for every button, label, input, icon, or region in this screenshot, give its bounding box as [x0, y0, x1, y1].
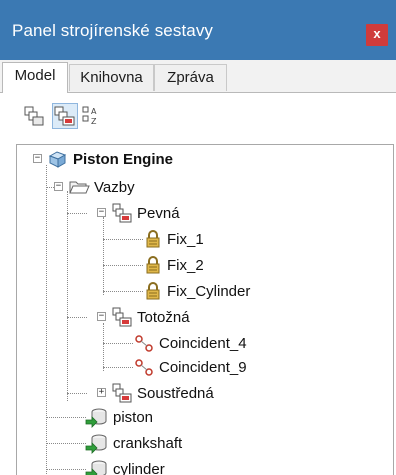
tree-node-group-coincident[interactable]: Totožná: [111, 305, 190, 329]
lock-icon: [146, 256, 160, 274]
expander-group-fixed[interactable]: −: [97, 208, 106, 217]
part-icon: [85, 434, 107, 454]
tree-line: [103, 323, 104, 371]
root-label: Piston Engine: [73, 150, 174, 168]
tree-node-constraints[interactable]: Vazby: [68, 175, 135, 199]
panel-title: Panel strojírenské sestavy: [12, 21, 214, 40]
fix-cylinder-label: Fix_Cylinder: [167, 282, 251, 300]
close-button[interactable]: x: [366, 24, 388, 46]
tree-line: [46, 417, 86, 418]
tab-bar: Model Knihovna Zpráva: [0, 60, 396, 93]
constraint-group-red-icon: [112, 203, 132, 223]
folder-open-icon: [69, 181, 90, 194]
toolbar: A Z: [0, 93, 396, 141]
tree-line: [46, 469, 86, 470]
expander-group-concentric[interactable]: +: [97, 388, 106, 397]
tree-line: [67, 317, 87, 318]
tree-line: [103, 239, 143, 240]
component-crankshaft-label: crankshaft: [113, 434, 183, 452]
part-icon: [85, 408, 107, 428]
coincident-icon: [135, 335, 153, 352]
sort-button[interactable]: A Z: [80, 103, 106, 129]
coincident-4-label: Coincident_4: [159, 334, 247, 352]
tree-line: [103, 217, 104, 295]
tree-line: [103, 265, 143, 266]
tree-node-root[interactable]: Piston Engine: [47, 147, 173, 171]
component-cylinder-label: cylinder: [113, 460, 165, 475]
fix-2-label: Fix_2: [167, 256, 204, 274]
tree-node-component-crankshaft[interactable]: crankshaft: [85, 431, 182, 455]
expander-group-coincident[interactable]: −: [97, 312, 106, 321]
coincident-9-label: Coincident_9: [159, 358, 247, 376]
show-constraints-button[interactable]: [22, 103, 48, 129]
coincident-icon: [135, 359, 153, 376]
tree-line: [46, 443, 86, 444]
tab-report[interactable]: Zpráva: [154, 64, 227, 91]
tree-node-component-piston[interactable]: piston: [85, 405, 153, 429]
group-concentric-label: Soustředná: [137, 384, 214, 402]
lock-icon: [146, 282, 160, 300]
tree-node-coincident-9[interactable]: Coincident_9: [133, 355, 247, 379]
tree-line: [103, 291, 143, 292]
tree-line: [67, 393, 87, 394]
svg-text:A: A: [91, 107, 97, 116]
constraint-group-icon: [24, 106, 44, 126]
expander-constraints[interactable]: −: [54, 182, 63, 191]
tree-node-fix-cylinder[interactable]: Fix_Cylinder: [143, 279, 250, 303]
tab-library[interactable]: Knihovna: [69, 64, 154, 91]
tree-line: [67, 213, 87, 214]
group-coincident-label: Totožná: [137, 308, 190, 326]
tree-line: [46, 165, 47, 475]
tree-line: [67, 191, 68, 401]
sort-az-icon: A Z: [82, 106, 97, 126]
group-fixed-label: Pevná: [137, 204, 180, 222]
show-red-constraints-button[interactable]: [52, 103, 78, 129]
lock-icon: [146, 230, 160, 248]
title-bar: Panel strojírenské sestavy x: [0, 0, 396, 60]
constraint-group-red-icon: [112, 383, 132, 403]
tree-node-fix-2[interactable]: Fix_2: [143, 253, 204, 277]
fix-1-label: Fix_1: [167, 230, 204, 248]
tree-node-coincident-4[interactable]: Coincident_4: [133, 331, 247, 355]
tab-model[interactable]: Model: [2, 62, 68, 93]
constraint-group-red-icon: [112, 307, 132, 327]
constraint-group-red-icon: [54, 106, 75, 126]
model-tree[interactable]: − Piston Engine − Vazby − Pevná Fix_1 Fi…: [16, 144, 394, 475]
assembly-icon: [48, 151, 67, 168]
tree-node-group-fixed[interactable]: Pevná: [111, 201, 180, 225]
tree-line: [103, 343, 133, 344]
component-piston-label: piston: [113, 408, 154, 426]
part-icon: [85, 460, 107, 475]
expander-root[interactable]: −: [33, 154, 42, 163]
tree-node-component-cylinder[interactable]: cylinder: [85, 457, 165, 475]
tree-node-fix-1[interactable]: Fix_1: [143, 227, 204, 251]
tree-node-group-concentric[interactable]: Soustředná: [111, 381, 214, 405]
constraints-label: Vazby: [94, 178, 135, 196]
svg-text:Z: Z: [91, 117, 97, 126]
tree-line: [103, 367, 133, 368]
